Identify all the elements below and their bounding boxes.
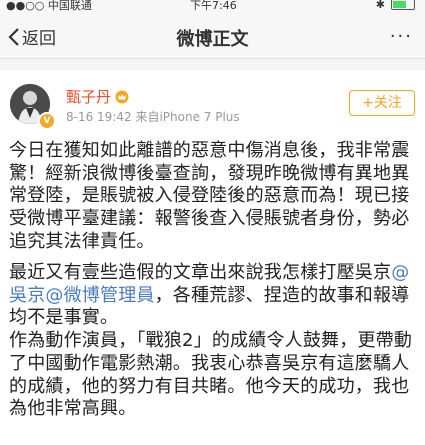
post-text: 作為動作演員，「戰狼2」的成績令人鼓舞，更帶動了中國動作電影熱潮。我衷心恭喜吳京… — [9, 330, 413, 420]
verified-icon: V — [38, 112, 56, 130]
author-name[interactable]: 甄子丹 — [66, 86, 129, 107]
battery-icon — [391, 0, 415, 10]
carrier-label: ●●○○ 中国联通 — [6, 0, 92, 12]
follow-button[interactable]: +关注 — [349, 90, 415, 116]
member-crown-icon — [115, 90, 129, 103]
clock: 下午7:46 — [190, 0, 237, 12]
page-title: 微博正文 — [176, 29, 249, 50]
more-menu-button[interactable]: ··· — [390, 26, 413, 47]
bluetooth-icon: ✱ — [375, 0, 385, 11]
post-source: 来自iPhone 7 Plus — [135, 110, 240, 124]
status-bar: ●●○○ 中国联通 下午7:46 ✱ — [0, 0, 425, 14]
nav-bar: 返回 微博正文 ··· — [0, 14, 425, 59]
post-card: V 甄子丹 8-16 19:42 来自iPhone 7 Plus +关注 今日在… — [0, 70, 425, 445]
post-paragraph-2: 最近又有壹些造假的文章出來說我怎樣打壓吳京@吳京@微博管理員，各種荒謬、捏造的故… — [9, 262, 419, 421]
status-icons: ✱ — [376, 0, 415, 11]
post-paragraph-1: 今日在獲知如此離譜的惡意中傷消息後，我非常震驚！經新浪微博後臺查詢，發現昨晚微博… — [9, 140, 410, 252]
mention-link[interactable]: @微博管理員 — [45, 285, 154, 306]
post-time: 8-16 19:42 — [66, 110, 132, 124]
post-text: 最近又有壹些造假的文章出來說我怎樣打壓吳京 — [9, 262, 392, 283]
post-meta: 8-16 19:42 来自iPhone 7 Plus — [66, 108, 240, 125]
